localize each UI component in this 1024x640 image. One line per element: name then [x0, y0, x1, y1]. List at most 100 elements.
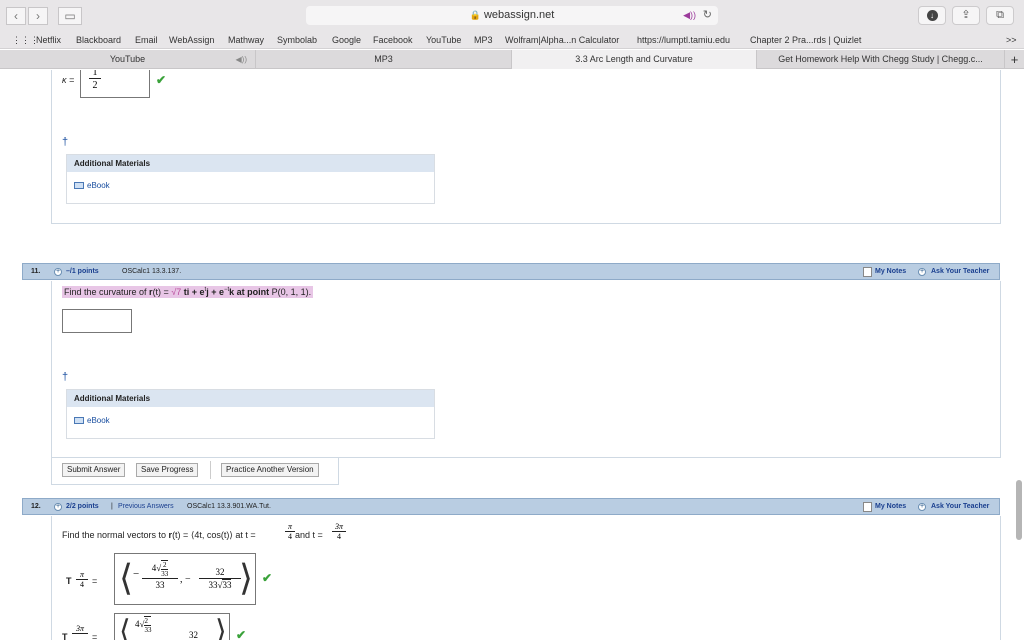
bookmarks-bar: ⋮⋮⋮ Netflix Blackboard Email WebAssign M…: [0, 31, 1024, 49]
apps-grid-icon[interactable]: ⋮⋮⋮: [12, 35, 39, 46]
my-notes-link[interactable]: My Notes: [875, 264, 906, 279]
bookmark-symbolab[interactable]: Symbolab: [277, 35, 317, 45]
additional-materials-heading: Additional Materials: [67, 390, 434, 407]
bookmark-facebook[interactable]: Facebook: [373, 35, 413, 45]
tab-arc-length[interactable]: 3.3 Arc Length and Curvature: [512, 50, 757, 69]
expand-icon[interactable]: +: [54, 268, 62, 276]
book-icon: [74, 182, 84, 189]
bookmark-netflix[interactable]: Netflix: [36, 35, 61, 45]
expand-icon[interactable]: +: [54, 503, 62, 511]
tab-youtube[interactable]: YouTube ◀)): [0, 50, 256, 69]
book-icon: [74, 417, 84, 424]
kappa-label: κ =: [62, 75, 75, 85]
button-divider: [210, 461, 211, 479]
tabs-icon: ⧉: [996, 9, 1004, 21]
ebook-link[interactable]: eBook: [67, 172, 434, 190]
audio-icon[interactable]: ◀)): [683, 6, 696, 25]
fraction-denominator: 2: [92, 80, 98, 91]
ask-teacher-link[interactable]: Ask Your Teacher: [931, 264, 989, 279]
notes-icon[interactable]: [863, 267, 872, 277]
downloads-button[interactable]: ↓: [918, 6, 946, 25]
t2-argument: 3π: [72, 624, 88, 634]
question-11-buttons-tab: Submit Answer Save Progress Practice Ano…: [51, 458, 339, 485]
new-tab-button[interactable]: +: [1005, 50, 1024, 69]
bookmark-email[interactable]: Email: [135, 35, 158, 45]
points-label: 2/2 points: [66, 503, 99, 510]
tabs-overview-button[interactable]: ⧉: [986, 6, 1014, 25]
plus-icon: +: [918, 503, 926, 511]
question-12-header: 12. + 2/2 points | Previous Answers OSCa…: [22, 498, 1000, 515]
bookmark-mathway[interactable]: Mathway: [228, 35, 264, 45]
notes-icon[interactable]: [863, 502, 872, 512]
bookmark-wolfram[interactable]: Wolfram|Alpha...n Calculator: [505, 35, 619, 45]
t1-y-component: 32 33√33: [199, 566, 241, 592]
right-angle-bracket: ⟩: [239, 558, 254, 598]
question-10-body: κ = 1 2 ✔ † Additional Materials eBook: [51, 70, 1001, 224]
separator: |: [111, 503, 113, 510]
tab-label: 3.3 Arc Length and Curvature: [575, 54, 693, 64]
page-scrollbar[interactable]: [1016, 480, 1022, 540]
question-text: Find the normal vectors to r(t) = ⟨4t, c…: [62, 530, 256, 540]
bookmark-youtube[interactable]: YouTube: [426, 35, 461, 45]
answer-box-t2: ⟨ 4√ 2 33 32 ⟩: [114, 613, 230, 640]
fraction-numerator: π: [285, 522, 295, 532]
share-icon: ⇪: [961, 9, 971, 21]
share-button[interactable]: ⇪: [952, 6, 980, 25]
question-number: 12.: [31, 503, 41, 510]
answer-box-kappa: 1 2: [80, 70, 150, 98]
question-source: OSCalc1 13.3.137.: [122, 268, 182, 275]
tab-chegg[interactable]: Get Homework Help With Chegg Study | Che…: [757, 50, 1005, 69]
plus-icon: +: [918, 268, 926, 276]
ebook-label: eBook: [87, 416, 110, 425]
correct-check-icon: ✔: [262, 571, 273, 585]
and-text: and t =: [295, 530, 323, 540]
sidebar-button[interactable]: ▭: [58, 7, 82, 25]
tab-mp3[interactable]: MP3: [256, 50, 512, 69]
equals-sign: =: [92, 576, 98, 586]
ask-teacher-link[interactable]: Ask Your Teacher: [931, 499, 989, 514]
reload-icon[interactable]: ↻: [703, 6, 712, 25]
previous-answers-link[interactable]: Previous Answers: [118, 499, 174, 514]
sidebar-icon: ▭: [64, 9, 76, 23]
equals-sign: =: [92, 632, 98, 640]
right-angle-bracket: ⟩: [215, 615, 227, 640]
tab-label: Get Homework Help With Chegg Study | Che…: [778, 54, 983, 64]
bookmark-lumptl[interactable]: https://lumptl.tamiu.edu: [637, 35, 730, 45]
audio-icon[interactable]: ◀)): [236, 50, 247, 69]
t2-label: T: [62, 632, 68, 640]
bookmark-google[interactable]: Google: [332, 35, 361, 45]
additional-materials-heading: Additional Materials: [67, 155, 434, 172]
browser-titlebar: ‹ › ▭ 🔒 webassign.net ◀)) ↻ ↓ ⇪ ⧉: [0, 0, 1024, 31]
t1-label: T: [66, 576, 72, 586]
bookmark-mp3[interactable]: MP3: [474, 35, 493, 45]
t2-y-component: 32: [189, 630, 198, 640]
chevron-right-icon: ›: [36, 9, 40, 23]
dagger-mark: †: [62, 371, 69, 383]
ebook-label: eBook: [87, 181, 110, 190]
curvature-answer-input[interactable]: [62, 309, 132, 333]
bookmark-quizlet[interactable]: Chapter 2 Pra...rds | Quizlet: [750, 35, 861, 45]
lock-icon: 🔒: [469, 10, 481, 20]
t2-fraction: 3π 4: [332, 522, 346, 542]
tab-bar: YouTube ◀)) MP3 3.3 Arc Length and Curva…: [0, 50, 1024, 69]
t1-argument: π 4: [76, 570, 88, 590]
chevron-left-icon: ‹: [14, 9, 18, 23]
bookmark-webassign[interactable]: WebAssign: [169, 35, 214, 45]
bookmark-blackboard[interactable]: Blackboard: [76, 35, 121, 45]
back-button[interactable]: ‹: [6, 7, 26, 25]
submit-answer-button[interactable]: Submit Answer: [62, 463, 126, 477]
correct-check-icon: ✔: [156, 73, 167, 87]
ebook-link[interactable]: eBook: [67, 407, 434, 425]
question-number: 11.: [31, 268, 41, 275]
practice-another-version-button[interactable]: Practice Another Version: [221, 463, 319, 477]
left-angle-bracket: ⟨: [119, 615, 131, 640]
my-notes-link[interactable]: My Notes: [875, 499, 906, 514]
save-progress-button[interactable]: Save Progress: [136, 463, 199, 477]
address-bar[interactable]: 🔒 webassign.net ◀)) ↻: [306, 6, 718, 25]
bookmarks-overflow-button[interactable]: >>: [1006, 35, 1017, 45]
forward-button[interactable]: ›: [28, 7, 48, 25]
dagger-mark: †: [62, 136, 69, 148]
question-11-header: 11. + –/1 points OSCalc1 13.3.137. My No…: [22, 263, 1000, 280]
additional-materials-panel: Additional Materials eBook: [66, 389, 435, 439]
left-angle-bracket: ⟨: [119, 558, 134, 598]
